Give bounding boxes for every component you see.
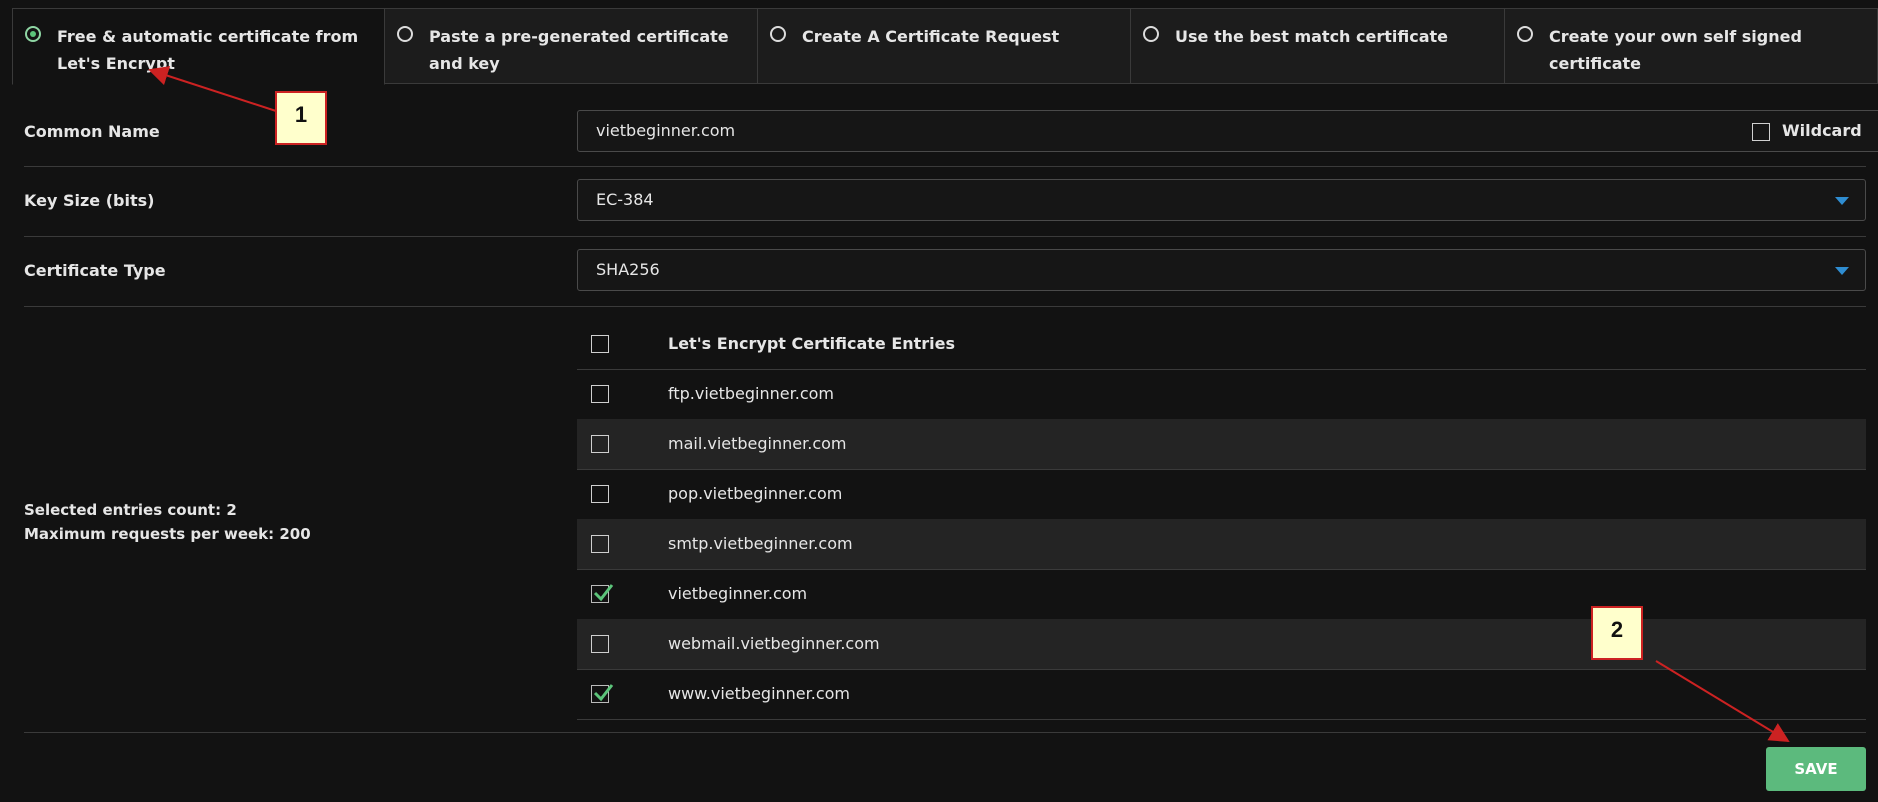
annotation-arrow-1	[148, 66, 277, 112]
annotation-callout-2: 2	[1591, 606, 1643, 660]
annotation-callout-1: 1	[275, 91, 327, 145]
annotation-arrow-2	[1655, 660, 1790, 743]
